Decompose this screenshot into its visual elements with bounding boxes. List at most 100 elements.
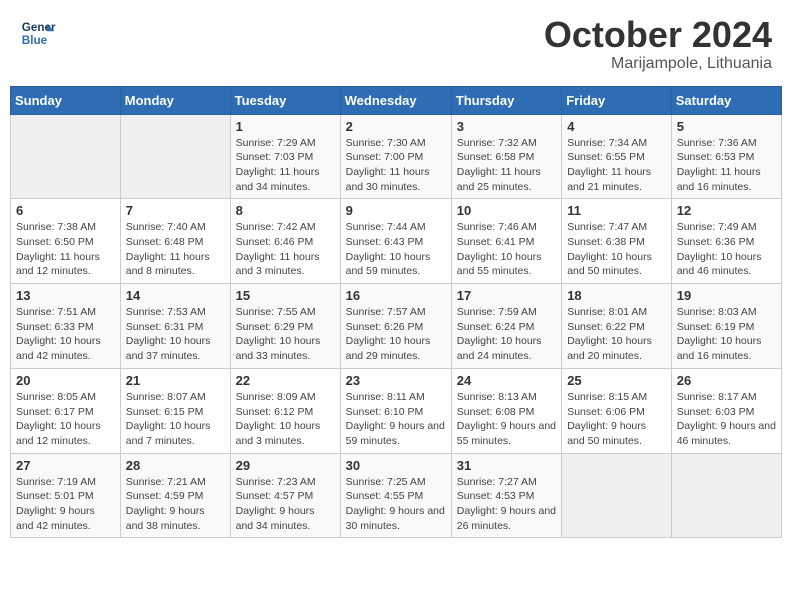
day-number: 22 [236,373,335,388]
day-info: Sunrise: 8:09 AM Sunset: 6:12 PM Dayligh… [236,390,335,449]
day-info: Sunrise: 7:27 AM Sunset: 4:53 PM Dayligh… [457,475,556,534]
day-number: 9 [346,203,446,218]
day-number: 15 [236,288,335,303]
week-row-1: 1 Sunrise: 7:29 AM Sunset: 7:03 PM Daylig… [11,114,782,199]
calendar-cell: 30 Sunrise: 7:25 AM Sunset: 4:55 PM Dayli… [340,453,451,538]
calendar-cell: 14 Sunrise: 7:53 AM Sunset: 6:31 PM Dayli… [120,284,230,369]
day-number: 6 [16,203,115,218]
calendar-cell: 2 Sunrise: 7:30 AM Sunset: 7:00 PM Daylig… [340,114,451,199]
day-number: 21 [126,373,225,388]
day-info: Sunrise: 7:40 AM Sunset: 6:48 PM Dayligh… [126,220,225,279]
weekday-header-row: SundayMondayTuesdayWednesdayThursdayFrid… [11,86,782,114]
calendar-cell: 19 Sunrise: 8:03 AM Sunset: 6:19 PM Dayli… [671,284,781,369]
week-row-5: 27Sunrise: 7:19 AM Sunset: 5:01 PM Dayli… [11,453,782,538]
day-info: Sunrise: 7:55 AM Sunset: 6:29 PM Dayligh… [236,305,335,364]
calendar-table: SundayMondayTuesdayWednesdayThursdayFrid… [10,86,782,539]
day-info: Sunrise: 8:15 AM Sunset: 6:06 PM Dayligh… [567,390,666,449]
day-number: 7 [126,203,225,218]
calendar-cell: 3 Sunrise: 7:32 AM Sunset: 6:58 PM Daylig… [451,114,561,199]
day-info: Sunrise: 7:25 AM Sunset: 4:55 PM Dayligh… [346,475,446,534]
day-info: Sunrise: 8:05 AM Sunset: 6:17 PM Dayligh… [16,390,115,449]
calendar-cell: 25 Sunrise: 8:15 AM Sunset: 6:06 PM Dayli… [562,368,672,453]
calendar-cell: 1 Sunrise: 7:29 AM Sunset: 7:03 PM Daylig… [230,114,340,199]
day-info: Sunrise: 7:42 AM Sunset: 6:46 PM Dayligh… [236,220,335,279]
calendar-cell: 22 Sunrise: 8:09 AM Sunset: 6:12 PM Dayli… [230,368,340,453]
day-info: Sunrise: 7:57 AM Sunset: 6:26 PM Dayligh… [346,305,446,364]
calendar-cell: 23 Sunrise: 8:11 AM Sunset: 6:10 PM Dayli… [340,368,451,453]
calendar-cell: 18Sunrise: 8:01 AM Sunset: 6:22 PM Dayli… [562,284,672,369]
day-info: Sunrise: 7:49 AM Sunset: 6:36 PM Dayligh… [677,220,776,279]
svg-text:Blue: Blue [22,34,48,47]
calendar-cell: 12 Sunrise: 7:49 AM Sunset: 6:36 PM Dayli… [671,199,781,284]
day-info: Sunrise: 7:36 AM Sunset: 6:53 PM Dayligh… [677,136,776,195]
calendar-cell [120,114,230,199]
calendar-cell: 28Sunrise: 7:21 AM Sunset: 4:59 PM Dayli… [120,453,230,538]
day-info: Sunrise: 7:30 AM Sunset: 7:00 PM Dayligh… [346,136,446,195]
calendar-cell: 9 Sunrise: 7:44 AM Sunset: 6:43 PM Daylig… [340,199,451,284]
day-info: Sunrise: 8:13 AM Sunset: 6:08 PM Dayligh… [457,390,556,449]
day-number: 20 [16,373,115,388]
week-row-3: 13 Sunrise: 7:51 AM Sunset: 6:33 PM Dayli… [11,284,782,369]
weekday-header-monday: Monday [120,86,230,114]
day-number: 25 [567,373,666,388]
day-number: 2 [346,119,446,134]
page-header: General Blue October 2024 Marijampole, L… [10,10,782,78]
calendar-cell: 13 Sunrise: 7:51 AM Sunset: 6:33 PM Dayli… [11,284,121,369]
day-number: 1 [236,119,335,134]
day-number: 3 [457,119,556,134]
logo: General Blue [20,15,58,51]
day-info: Sunrise: 7:38 AM Sunset: 6:50 PM Dayligh… [16,220,115,279]
svg-text:General: General [22,21,56,34]
day-number: 23 [346,373,446,388]
day-info: Sunrise: 8:07 AM Sunset: 6:15 PM Dayligh… [126,390,225,449]
day-number: 4 [567,119,666,134]
week-row-2: 6 Sunrise: 7:38 AM Sunset: 6:50 PM Daylig… [11,199,782,284]
day-info: Sunrise: 7:32 AM Sunset: 6:58 PM Dayligh… [457,136,556,195]
day-number: 8 [236,203,335,218]
day-info: Sunrise: 7:47 AM Sunset: 6:38 PM Dayligh… [567,220,666,279]
day-number: 5 [677,119,776,134]
day-info: Sunrise: 7:21 AM Sunset: 4:59 PM Dayligh… [126,475,225,534]
week-row-4: 20 Sunrise: 8:05 AM Sunset: 6:17 PM Dayli… [11,368,782,453]
location: Marijampole, Lithuania [544,55,772,73]
day-number: 24 [457,373,556,388]
logo-icon: General Blue [20,15,56,51]
day-info: Sunrise: 8:03 AM Sunset: 6:19 PM Dayligh… [677,305,776,364]
calendar-cell: 5 Sunrise: 7:36 AM Sunset: 6:53 PM Daylig… [671,114,781,199]
day-number: 27 [16,458,115,473]
day-number: 31 [457,458,556,473]
calendar-cell: 6 Sunrise: 7:38 AM Sunset: 6:50 PM Daylig… [11,199,121,284]
day-number: 30 [346,458,446,473]
day-info: Sunrise: 7:44 AM Sunset: 6:43 PM Dayligh… [346,220,446,279]
calendar-cell [562,453,672,538]
title-block: October 2024 Marijampole, Lithuania [544,15,772,73]
day-info: Sunrise: 7:29 AM Sunset: 7:03 PM Dayligh… [236,136,335,195]
month-year: October 2024 [544,15,772,55]
day-number: 18 [567,288,666,303]
calendar-cell: 10Sunrise: 7:46 AM Sunset: 6:41 PM Dayli… [451,199,561,284]
day-info: Sunrise: 7:53 AM Sunset: 6:31 PM Dayligh… [126,305,225,364]
day-info: Sunrise: 7:46 AM Sunset: 6:41 PM Dayligh… [457,220,556,279]
calendar-cell: 15 Sunrise: 7:55 AM Sunset: 6:29 PM Dayli… [230,284,340,369]
weekday-header-thursday: Thursday [451,86,561,114]
calendar-cell [671,453,781,538]
day-info: Sunrise: 7:59 AM Sunset: 6:24 PM Dayligh… [457,305,556,364]
weekday-header-saturday: Saturday [671,86,781,114]
day-info: Sunrise: 7:51 AM Sunset: 6:33 PM Dayligh… [16,305,115,364]
calendar-cell: 31 Sunrise: 7:27 AM Sunset: 4:53 PM Dayli… [451,453,561,538]
calendar-cell [11,114,121,199]
day-info: Sunrise: 7:23 AM Sunset: 4:57 PM Dayligh… [236,475,335,534]
day-info: Sunrise: 8:11 AM Sunset: 6:10 PM Dayligh… [346,390,446,449]
day-number: 29 [236,458,335,473]
calendar-cell: 20 Sunrise: 8:05 AM Sunset: 6:17 PM Dayli… [11,368,121,453]
day-number: 26 [677,373,776,388]
day-number: 14 [126,288,225,303]
calendar-cell: 29 Sunrise: 7:23 AM Sunset: 4:57 PM Dayli… [230,453,340,538]
calendar-cell: 17Sunrise: 7:59 AM Sunset: 6:24 PM Dayli… [451,284,561,369]
calendar-cell: 8 Sunrise: 7:42 AM Sunset: 6:46 PM Daylig… [230,199,340,284]
day-number: 13 [16,288,115,303]
day-number: 12 [677,203,776,218]
calendar-cell: 11Sunrise: 7:47 AM Sunset: 6:38 PM Dayli… [562,199,672,284]
day-number: 19 [677,288,776,303]
calendar-cell: 4Sunrise: 7:34 AM Sunset: 6:55 PM Daylig… [562,114,672,199]
